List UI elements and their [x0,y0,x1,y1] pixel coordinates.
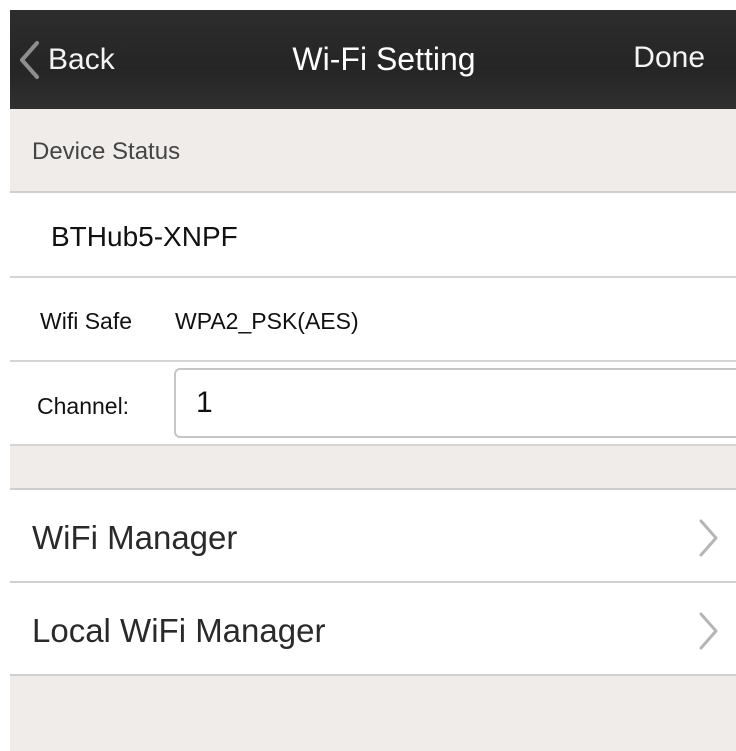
wifi-safe-row: Wifi Safe WPA2_PSK(AES) [10,278,736,362]
wifi-safe-value: WPA2_PSK(AES) [175,308,359,334]
section-header-label: Device Status [32,138,181,165]
ssid-value: BTHub5-XNPF [51,221,238,252]
chevron-left-icon [20,40,39,79]
local-wifi-manager-item[interactable]: Local WiFi Manager [10,583,736,676]
device-status-header: Device Status [10,109,736,193]
channel-row: Channel: 1 [10,362,736,446]
ssid-row: BTHub5-XNPF [10,193,736,278]
back-label: Back [48,42,115,76]
page-title: Wi-Fi Setting [292,41,476,77]
navigation-bar: Back Wi-Fi Setting Done [10,10,736,109]
wifi-manager-label: WiFi Manager [32,519,238,556]
wifi-manager-item[interactable]: WiFi Manager [10,490,736,583]
channel-label: Channel: [37,393,130,419]
done-button[interactable]: Done [633,10,705,109]
section-spacer [10,446,736,490]
chevron-right-icon [699,519,718,557]
wifi-safe-label: Wifi Safe [40,308,133,334]
local-wifi-manager-label: Local WiFi Manager [32,612,326,649]
chevron-right-icon [699,612,718,650]
channel-input[interactable]: 1 [174,368,736,438]
back-button[interactable]: Back [10,10,115,109]
empty-background [10,676,736,751]
